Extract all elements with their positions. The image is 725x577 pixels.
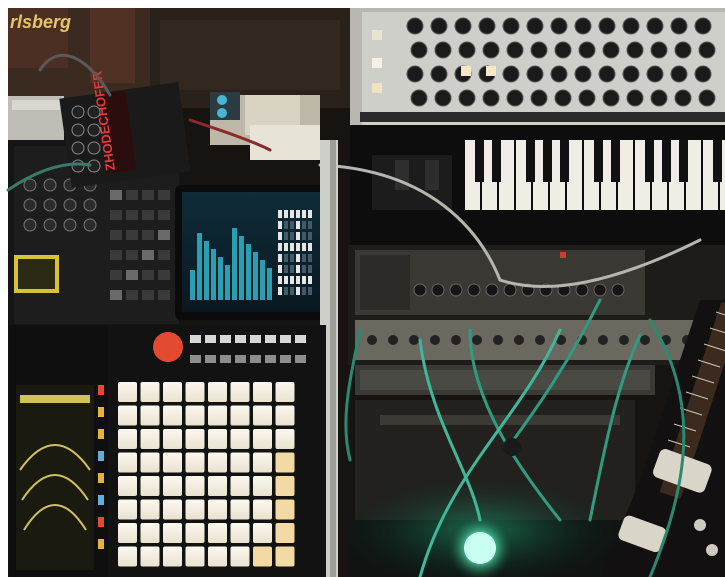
- photo-scene: rlsberg ZHODECHOFER: [0, 0, 725, 577]
- pad-controller: [8, 325, 326, 577]
- analog-synthesizer: [350, 8, 725, 245]
- beer-sign-text: rlsberg: [10, 12, 71, 32]
- tablet: [175, 185, 327, 320]
